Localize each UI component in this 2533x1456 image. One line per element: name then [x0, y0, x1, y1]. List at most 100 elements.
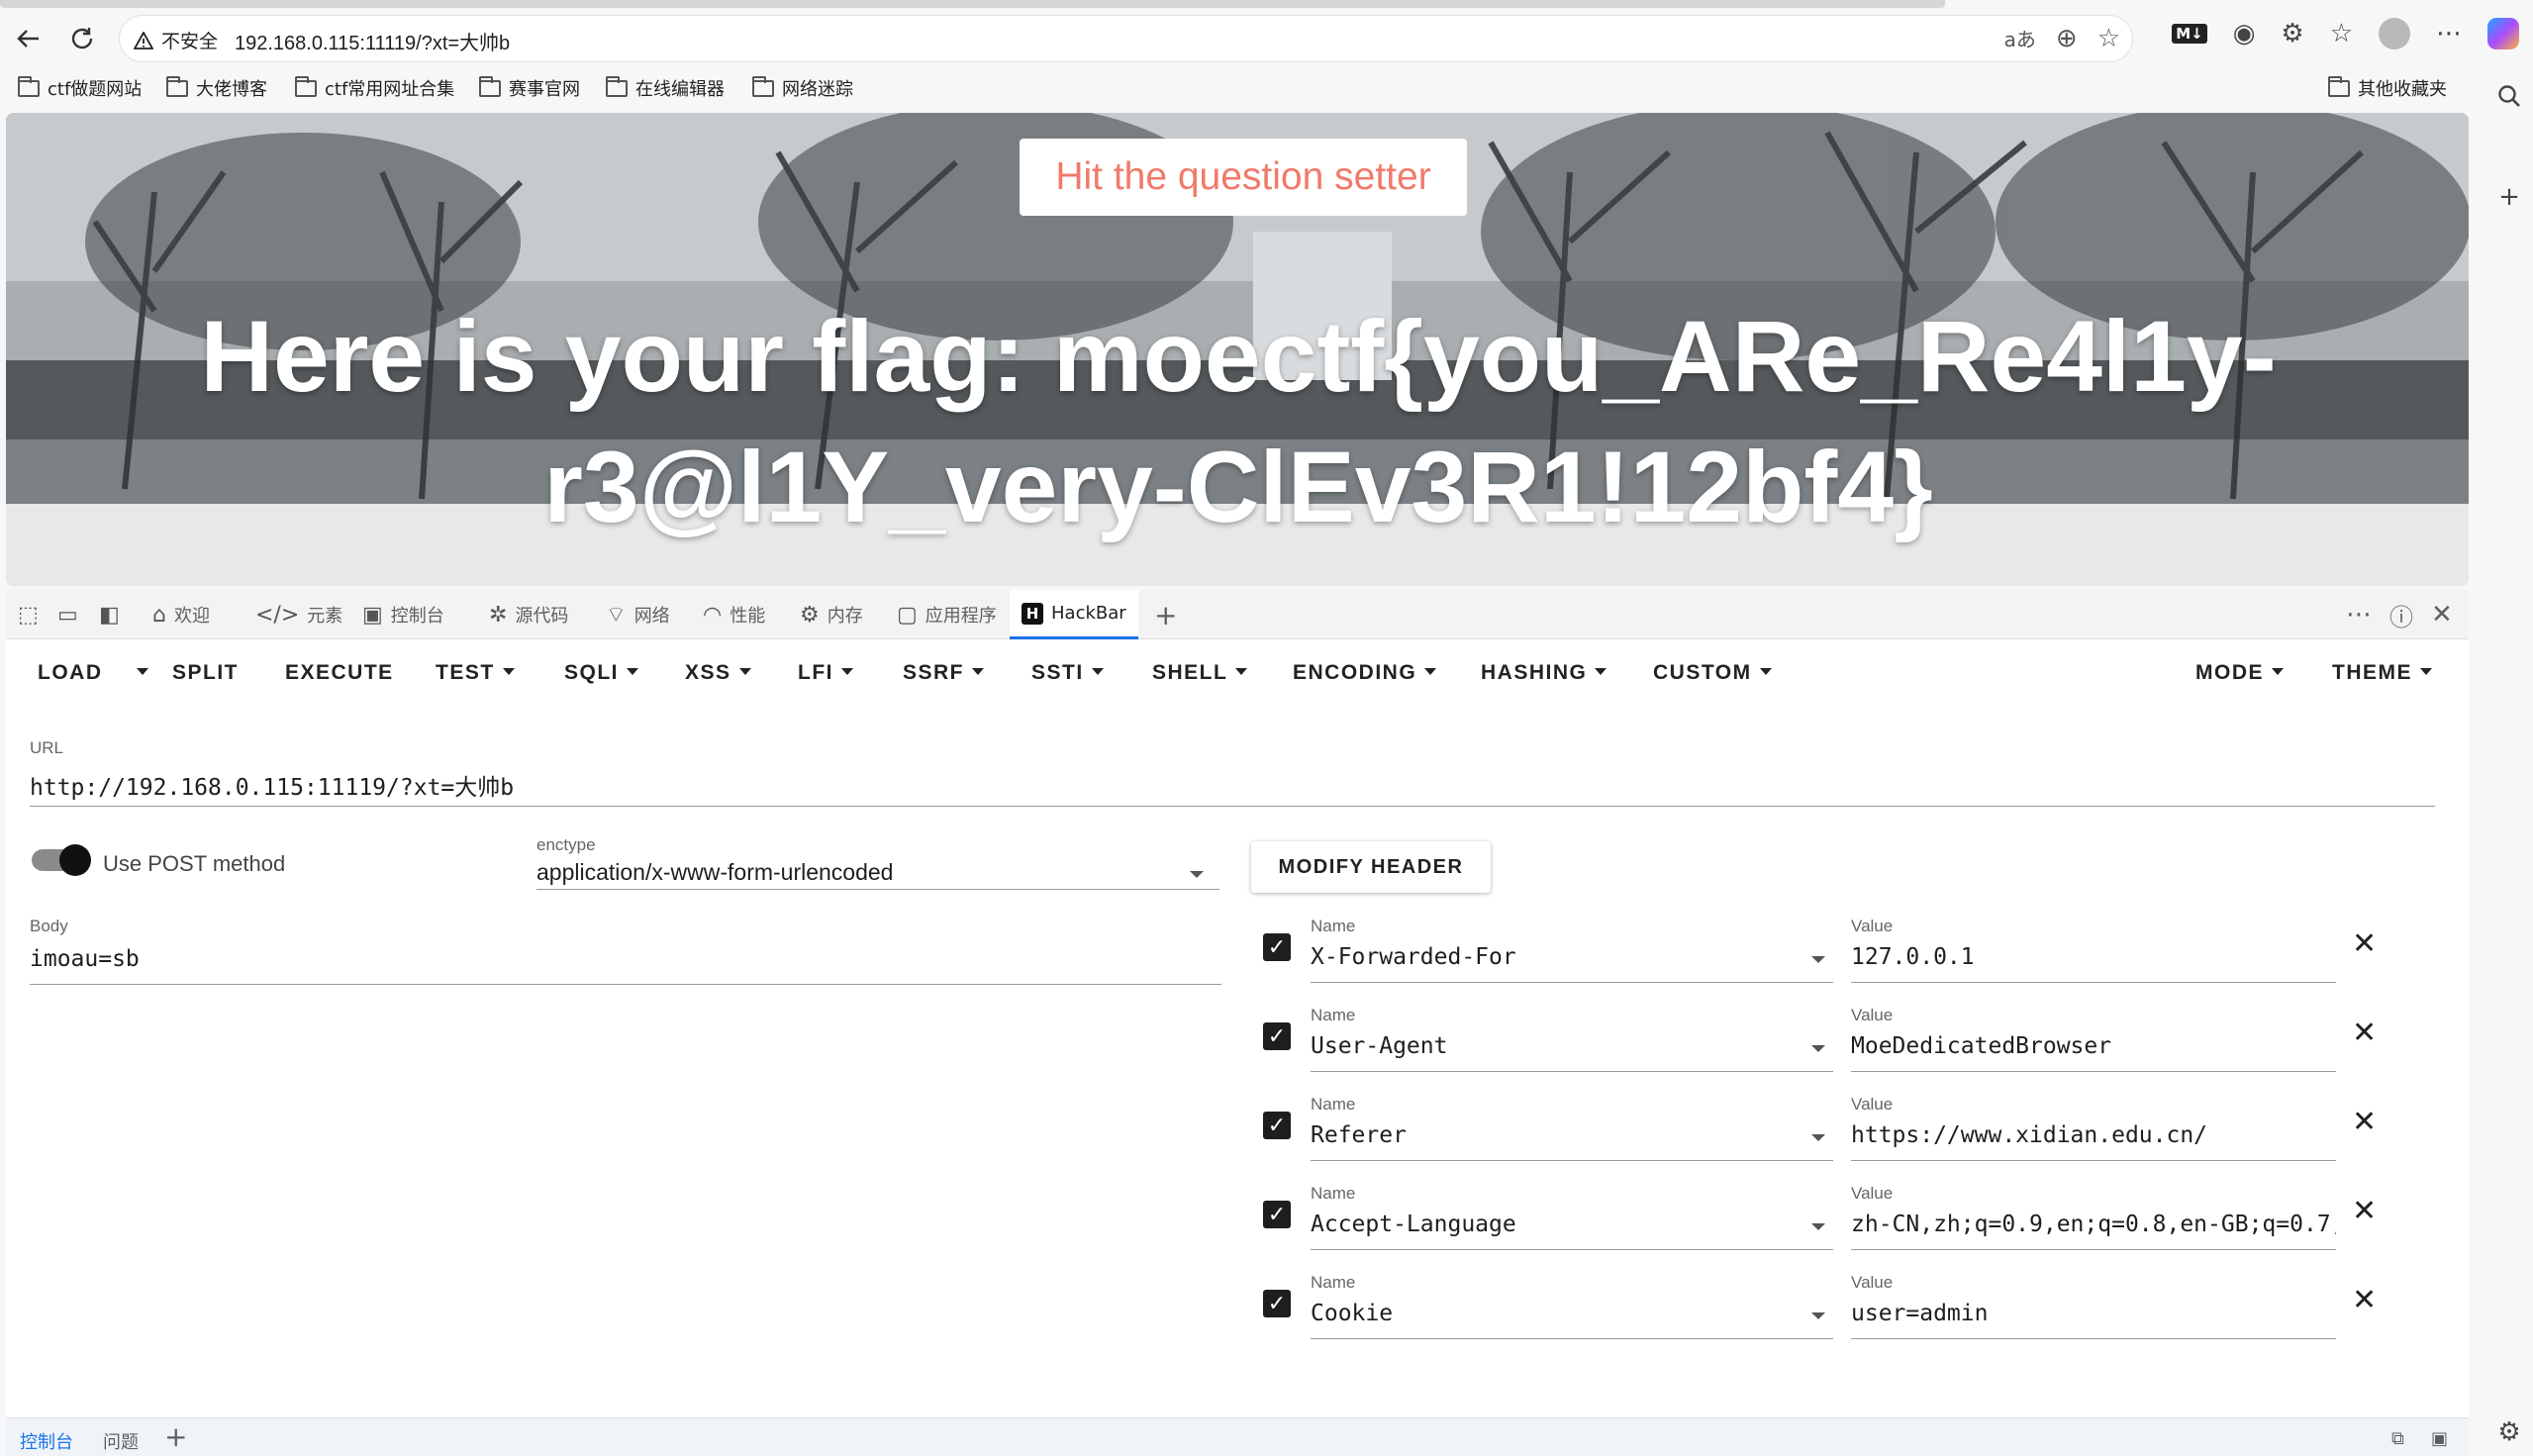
menu-shell[interactable]: SHELL	[1152, 661, 1248, 685]
drawer-tab-issues[interactable]: 问题	[103, 1428, 139, 1454]
tab-elements[interactable]: </> 元素	[255, 590, 342, 639]
remove-header-close-icon[interactable]: ✕	[2352, 1283, 2377, 1317]
chevron-down-icon[interactable]	[1811, 956, 1825, 963]
tab-performance[interactable]: ◠ 性能	[703, 590, 765, 639]
chevron-down-icon[interactable]	[1811, 1223, 1825, 1230]
wifi-icon: ⌔	[606, 603, 627, 628]
extensions-icon[interactable]: ⚙	[2281, 19, 2303, 49]
header-name-label: Name	[1311, 1184, 1356, 1203]
hit-question-setter-button[interactable]: Hit the question setter	[1020, 139, 1467, 216]
menu-xss[interactable]: XSS	[685, 661, 751, 685]
header-value-input[interactable]: zh-CN,zh;q=0.9,en;q=0.8,en-GB;q=0.7,en-U…	[1851, 1212, 2336, 1237]
search-icon[interactable]	[2495, 83, 2523, 111]
body-input[interactable]: imoau=sb	[30, 946, 1218, 972]
remove-header-close-icon[interactable]: ✕	[2352, 1016, 2377, 1050]
header-value-input[interactable]: https://www.xidian.edu.cn/	[1851, 1122, 2336, 1148]
bookmark-folder[interactable]: 大佬博客	[166, 75, 267, 101]
menu-encoding[interactable]: ENCODING	[1293, 661, 1437, 685]
tab-application[interactable]: ▢ 应用程序	[897, 590, 997, 639]
security-indicator[interactable]: 不安全	[134, 27, 218, 53]
post-method-toggle[interactable]	[32, 844, 91, 876]
header-enabled-checkbox[interactable]: ✓	[1263, 1201, 1291, 1228]
reload-button[interactable]	[65, 22, 99, 55]
header-enabled-checkbox[interactable]: ✓	[1263, 1290, 1291, 1317]
header-name-input[interactable]: Accept-Language	[1311, 1212, 1786, 1237]
copilot-icon[interactable]	[2487, 18, 2519, 49]
header-value-input[interactable]: 127.0.0.1	[1851, 944, 2336, 970]
chevron-down-icon[interactable]	[1811, 1312, 1825, 1319]
bookmark-folder[interactable]: 在线编辑器	[606, 75, 725, 101]
header-value-label: Value	[1851, 1273, 1894, 1292]
menu-ssrf[interactable]: SSRF	[903, 661, 985, 685]
favorites-icon[interactable]: ☆	[2330, 19, 2353, 49]
tab-sources[interactable]: ✲ 源代码	[489, 590, 568, 639]
tab-network[interactable]: ⌔ 网络	[606, 590, 670, 639]
favorite-star-icon[interactable]: ☆	[2097, 24, 2120, 53]
menu-load-dropdown[interactable]	[129, 661, 148, 685]
device-emulation-icon[interactable]: ▭	[57, 590, 78, 639]
bookmark-folder[interactable]: 赛事官网	[479, 75, 580, 101]
remove-header-close-icon[interactable]: ✕	[2352, 1194, 2377, 1228]
header-value-label: Value	[1851, 1184, 1894, 1203]
header-enabled-checkbox[interactable]: ✓	[1263, 1112, 1291, 1139]
remove-header-close-icon[interactable]: ✕	[2352, 1105, 2377, 1139]
help-icon[interactable]: ⓘ	[2389, 590, 2413, 639]
menu-execute[interactable]: EXECUTE	[285, 661, 394, 685]
header-enabled-checkbox[interactable]: ✓	[1263, 933, 1291, 961]
tab-welcome[interactable]: ⌂ 欢迎	[152, 590, 210, 639]
add-icon[interactable]: +	[2495, 182, 2523, 212]
inspect-element-icon[interactable]: ⬚	[18, 590, 39, 639]
address-bar[interactable]: 不安全 192.168.0.115:11119/?xt=大帅b aあ ⊕ ☆	[119, 15, 2133, 62]
tab-memory[interactable]: ⚙ 内存	[800, 590, 863, 639]
menu-load[interactable]: LOAD	[38, 661, 103, 685]
header-value-input[interactable]: MoeDedicatedBrowser	[1851, 1033, 2336, 1059]
header-name-input[interactable]: Cookie	[1311, 1301, 1786, 1326]
tab-hackbar[interactable]: H HackBar	[1010, 590, 1138, 639]
header-name-input[interactable]: User-Agent	[1311, 1033, 1786, 1059]
bookmark-folder[interactable]: ctf做题网站	[18, 75, 142, 101]
header-name-input[interactable]: X-Forwarded-For	[1311, 944, 1786, 970]
url-input[interactable]: http://192.168.0.115:11119/?xt=大帅b	[30, 768, 2435, 802]
settings-gear-icon[interactable]: ⚙	[2495, 1417, 2523, 1447]
header-enabled-checkbox[interactable]: ✓	[1263, 1022, 1291, 1050]
bookmark-folder[interactable]: ctf常用网址合集	[295, 75, 454, 101]
menu-hashing[interactable]: HASHING	[1481, 661, 1607, 685]
zoom-icon[interactable]: ⊕	[2056, 24, 2078, 53]
more-menu-icon[interactable]: ⋯	[2436, 19, 2462, 49]
menu-ssti[interactable]: SSTI	[1031, 661, 1104, 685]
more-options-icon[interactable]: ⋯	[2346, 590, 2372, 639]
header-value-underline	[1851, 1071, 2336, 1072]
drawer-minimize-icon[interactable]: ▣	[2431, 1428, 2448, 1449]
modify-header-button[interactable]: MODIFY HEADER	[1251, 841, 1491, 893]
enctype-select[interactable]: application/x-www-form-urlencoded	[536, 859, 1170, 886]
extension-m-icon[interactable]: M↓	[2172, 24, 2207, 44]
drawer-dock-icon[interactable]: ⧉	[2391, 1428, 2404, 1449]
back-button[interactable]	[12, 22, 46, 55]
close-devtools-icon[interactable]: ✕	[2431, 590, 2453, 639]
profile-avatar[interactable]	[2379, 18, 2410, 49]
bookmark-folder[interactable]: 网络迷踪	[752, 75, 853, 101]
header-name-underline	[1311, 982, 1833, 983]
menu-sqli[interactable]: SQLI	[564, 661, 639, 685]
remove-header-close-icon[interactable]: ✕	[2352, 926, 2377, 961]
menu-mode[interactable]: MODE	[2195, 661, 2284, 685]
menu-test[interactable]: TEST	[436, 661, 515, 685]
menu-lfi[interactable]: LFI	[798, 661, 853, 685]
drawer-add-tab-icon[interactable]: +	[164, 1420, 187, 1453]
record-icon[interactable]: ◉	[2233, 19, 2256, 49]
menu-split[interactable]: SPLIT	[172, 661, 239, 685]
header-value-input[interactable]: user=admin	[1851, 1301, 2336, 1326]
tab-console[interactable]: ▣ 控制台	[362, 590, 444, 639]
dock-side-icon[interactable]: ◧	[99, 590, 120, 639]
drawer-tab-console[interactable]: 控制台	[20, 1428, 73, 1454]
header-name-input[interactable]: Referer	[1311, 1122, 1786, 1148]
other-bookmarks[interactable]: 其他收藏夹	[2328, 75, 2447, 101]
add-tab-button[interactable]: +	[1154, 590, 1177, 639]
menu-custom[interactable]: CUSTOM	[1653, 661, 1772, 685]
chevron-down-icon[interactable]	[1811, 1045, 1825, 1052]
chevron-down-icon[interactable]	[1190, 871, 1204, 878]
menu-theme[interactable]: THEME	[2332, 661, 2432, 685]
read-aloud-icon[interactable]: aあ	[2004, 24, 2036, 53]
chevron-down-icon[interactable]	[1811, 1134, 1825, 1141]
address-url[interactable]: 192.168.0.115:11119/?xt=大帅b	[235, 27, 510, 55]
